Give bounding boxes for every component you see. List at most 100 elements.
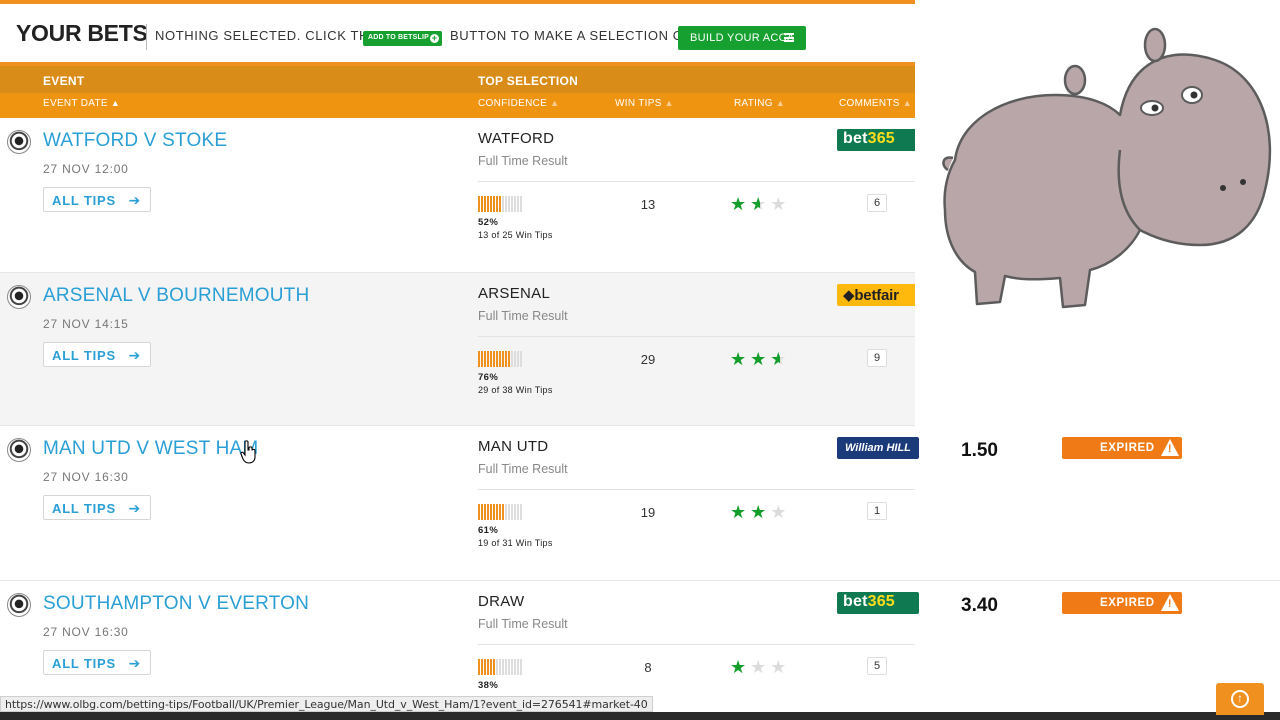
confidence-percent: 38% [478,680,499,691]
star-icon: ★ [730,194,751,214]
confidence-segment [481,351,483,367]
confidence-segment [520,351,522,367]
event-name-link[interactable]: MAN UTD V WEST HAM [43,438,258,460]
expired-badge: EXPIRED! [1062,592,1182,614]
confidence-segment [505,504,507,520]
confidence-segment [481,196,483,212]
sort-arrow-up-icon: ▲ [550,98,560,108]
expired-badge: EXPIRED! [1062,437,1182,459]
confidence-segment [499,659,501,675]
star-icon: ★ [730,349,751,369]
star-icon: ★ [770,194,791,214]
sort-rating[interactable]: RATING ▲ [734,98,785,109]
header-top-selection: TOP SELECTION [478,74,579,88]
win-tips-count: 29 [640,352,656,367]
confidence-segment [478,504,480,520]
confidence-segment [490,504,492,520]
confidence-segment [517,196,519,212]
sort-comments[interactable]: COMMENTS ▲ [839,98,912,109]
confidence-segment [496,196,498,212]
selection-name: WATFORD [478,130,555,147]
star-icon: ★ [770,657,791,677]
event-name-link[interactable]: SOUTHAMPTON V EVERTON [43,593,309,615]
bookmaker-logo-bet365[interactable]: bet365 [837,129,919,151]
all-tips-button[interactable]: ALL TIPS ➔ [43,342,151,367]
all-tips-button[interactable]: ALL TIPS ➔ [43,187,151,212]
divider [478,644,915,645]
confidence-segment [502,196,504,212]
sort-win-tips[interactable]: WIN TIPS ▲ [615,98,674,109]
odds-value[interactable]: 3.40 [961,595,998,617]
status-bar-url: https://www.olbg.com/betting-tips/Footba… [0,696,653,712]
star-icon: ★ [750,194,771,214]
selection-market: Full Time Result [478,462,568,476]
confidence-segment [478,351,480,367]
selection-market: Full Time Result [478,154,568,168]
selection-market: Full Time Result [478,617,568,631]
sort-confidence[interactable]: CONFIDENCE ▲ [478,98,559,109]
bookmaker-logo-bet365[interactable]: bet365 [837,592,919,614]
event-date: 27 NOV 14:15 [43,317,129,331]
header-event: EVENT [43,74,85,88]
odds-value[interactable]: 1.50 [961,440,998,462]
confidence-segment [514,504,516,520]
comments-count[interactable]: 1 [867,502,887,520]
event-name-link[interactable]: WATFORD V STOKE [43,130,227,152]
sort-arrow-up-icon: ▲ [902,98,912,108]
confidence-bar [478,351,522,367]
football-icon [7,593,31,617]
confidence-segment [508,351,510,367]
confidence-segment [511,196,513,212]
star-icon: ★ [770,502,791,522]
confidence-segment [493,351,495,367]
bookmaker-logo-william-hill[interactable]: William HILL [837,437,919,459]
all-tips-button[interactable]: ALL TIPS ➔ [43,650,151,675]
add-to-betslip-label: ADD TO BETSLIP [368,34,430,41]
table-row: ARSENAL V BOURNEMOUTH 27 NOV 14:15 ALL T… [0,272,919,426]
win-tips-count: 8 [644,660,652,675]
confidence-segment [490,659,492,675]
confidence-segment [508,504,510,520]
event-date: 27 NOV 16:30 [43,625,129,639]
confidence-segment [490,196,492,212]
confidence-segment [493,504,495,520]
chevron-right-icon: ➔ [128,655,141,671]
rating-stars: ★★★ [730,194,790,215]
warning-icon: ! [1161,594,1179,611]
confidence-segment [493,196,495,212]
taskbar-strip [0,712,1280,720]
confidence-segment [508,659,510,675]
build-your-acca-button[interactable]: BUILD YOUR ACCA [678,26,806,50]
confidence-segment [511,659,513,675]
football-icon [7,285,31,309]
selection-market: Full Time Result [478,309,568,323]
confidence-segment [478,659,480,675]
bookmaker-logo-betfair[interactable]: ◆betfair [837,284,919,306]
your-bets-bar: YOUR BETS NOTHING SELECTED. CLICK THE AD… [0,0,915,66]
football-icon [7,130,31,154]
sort-event-date[interactable]: EVENT DATE ▲ [43,98,120,109]
all-tips-button[interactable]: ALL TIPS ➔ [43,495,151,520]
comments-count[interactable]: 5 [867,657,887,675]
table-row: MAN UTD V WEST HAM 27 NOV 16:30 ALL TIPS… [0,426,1280,580]
scroll-to-top-button[interactable]: ↑ [1216,683,1264,715]
chevron-right-icon: ➔ [128,500,141,516]
add-to-betslip-example-button: ADD TO BETSLIP + [363,31,442,46]
divider [146,24,147,50]
star-icon: ★ [730,657,751,677]
comments-count[interactable]: 6 [867,194,887,212]
sort-arrow-up-icon: ▲ [775,98,786,108]
confidence-segment [484,196,486,212]
divider [478,489,915,490]
confidence-segment [487,351,489,367]
your-bets-instructions: NOTHING SELECTED. CLICK THE [155,28,379,43]
confidence-segment [502,659,504,675]
star-icon: ★ [750,502,771,522]
selection-name: DRAW [478,593,525,610]
football-icon [7,438,31,462]
star-icon: ★ [770,349,791,369]
your-bets-title: YOUR BETS [16,20,148,46]
event-name-link[interactable]: ARSENAL V BOURNEMOUTH [43,285,309,307]
comments-count[interactable]: 9 [867,349,887,367]
confidence-segment [502,504,504,520]
